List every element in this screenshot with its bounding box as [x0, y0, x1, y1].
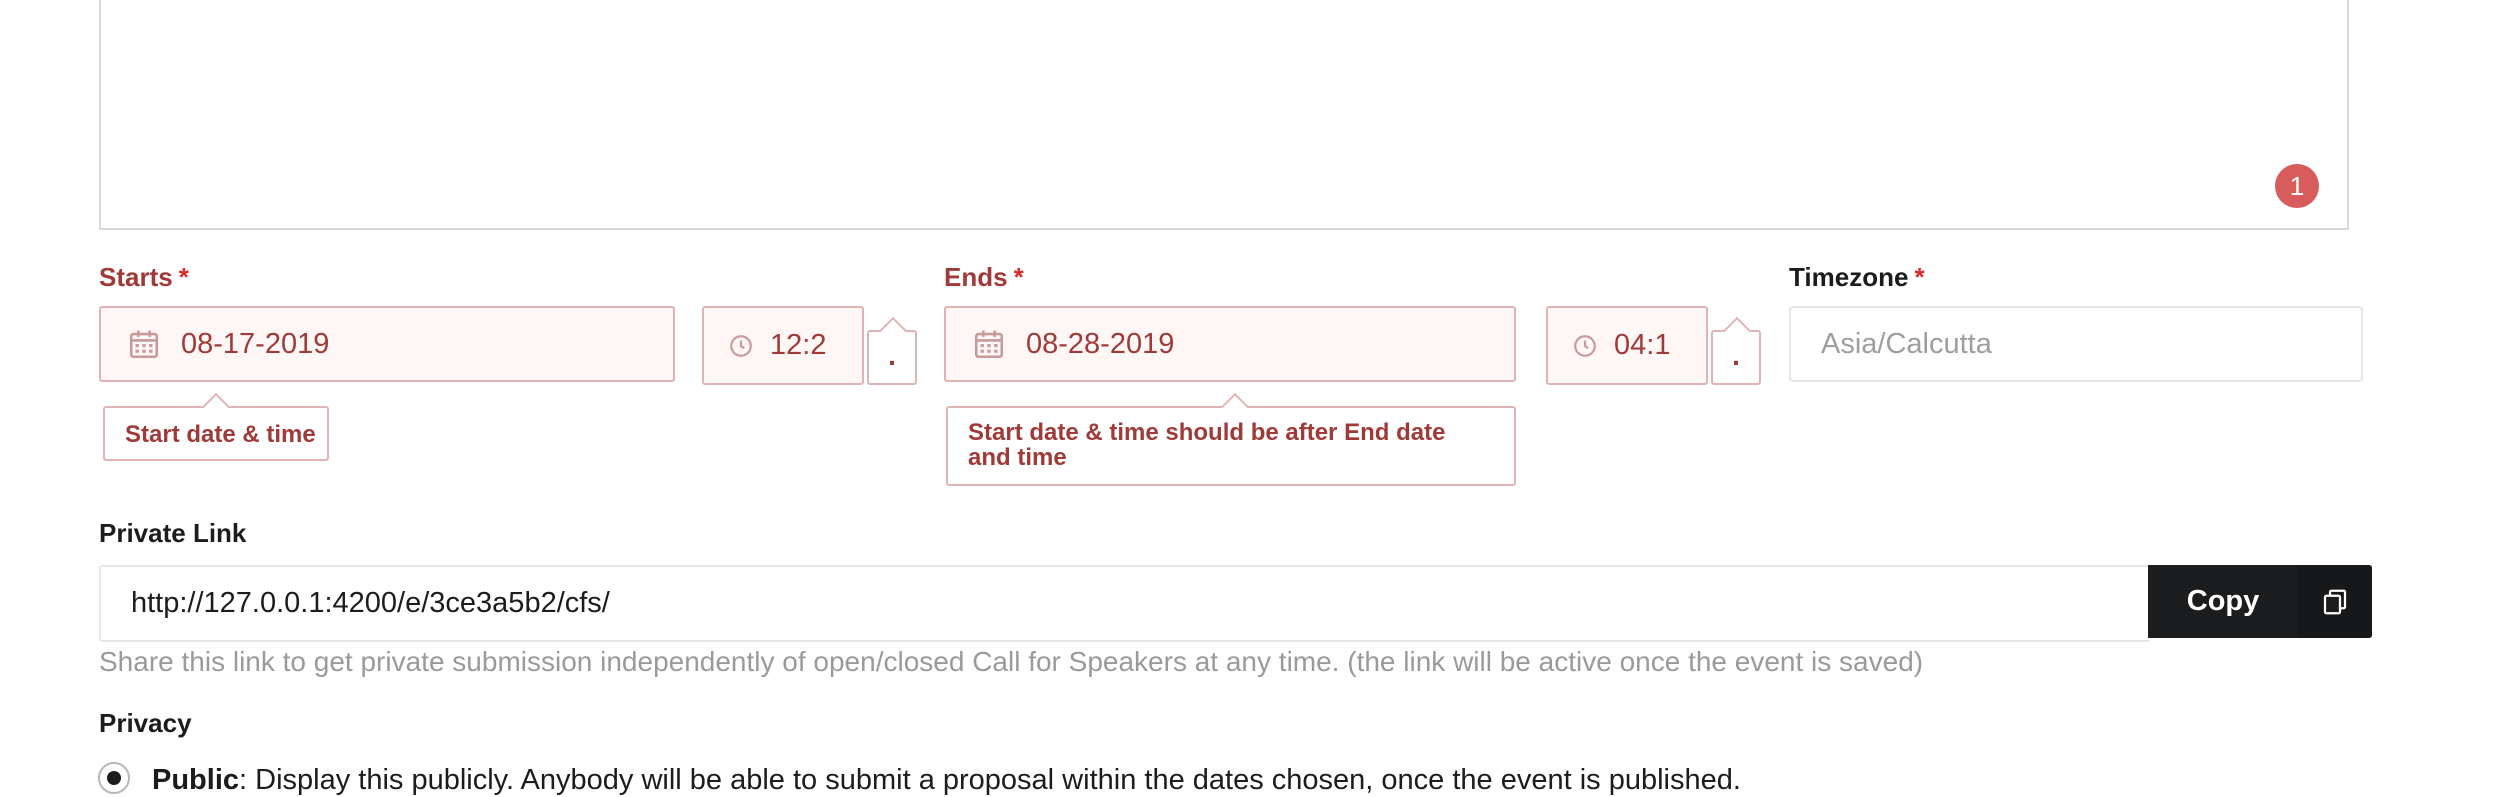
- start-time-value: 12:2: [770, 329, 827, 361]
- required-marker: *: [1914, 262, 1925, 292]
- start-error-prompt: Start date & time: [103, 406, 329, 461]
- end-date-input[interactable]: 08-28-2019: [944, 306, 1516, 382]
- required-marker: *: [1013, 262, 1024, 292]
- clock-icon: [730, 334, 752, 357]
- end-error-prompt: Start date & time should be after End da…: [946, 406, 1516, 486]
- timezone-label-text: Timezone: [1789, 262, 1909, 292]
- start-ampm-select[interactable]: .: [867, 330, 917, 385]
- privacy-separator: :: [239, 764, 256, 796]
- start-ampm-value: .: [888, 340, 896, 371]
- starts-label: Starts *: [99, 262, 189, 293]
- end-ampm-value: .: [1732, 340, 1740, 371]
- privacy-label: Privacy: [99, 708, 192, 738]
- required-marker: *: [178, 262, 189, 292]
- private-link-help: Share this link to get private submissio…: [99, 646, 1924, 677]
- starts-label-text: Starts: [99, 262, 173, 292]
- timezone-value: Asia/Calcutta: [1821, 327, 1992, 360]
- end-error-text: Start date & time should be after End da…: [968, 419, 1446, 471]
- copy-icon-container: [2298, 565, 2372, 638]
- privacy-public-description: Display this publicly. Anybody will be a…: [255, 764, 1741, 796]
- private-link-input[interactable]: http://127.0.0.1:4200/e/3ce3a5b2/cfs/: [99, 565, 2149, 642]
- private-link-label: Private Link: [99, 518, 247, 548]
- start-date-input[interactable]: 08-17-2019: [99, 306, 675, 382]
- calendar-icon: [129, 330, 159, 359]
- ends-label-text: Ends: [944, 262, 1008, 292]
- description-textarea[interactable]: [99, 0, 2349, 230]
- calendar-icon: [974, 330, 1004, 359]
- copy-button[interactable]: Copy: [2148, 565, 2372, 638]
- privacy-public-option[interactable]: Public: Display this publicly. Anybody w…: [152, 764, 1741, 797]
- end-time-value: 04:1: [1614, 329, 1671, 361]
- private-link-value: http://127.0.0.1:4200/e/3ce3a5b2/cfs/: [131, 587, 610, 619]
- privacy-public-title: Public: [152, 764, 240, 796]
- ends-label: Ends *: [944, 262, 1024, 293]
- end-ampm-select[interactable]: .: [1711, 330, 1761, 385]
- copy-button-label: Copy: [2186, 585, 2260, 617]
- end-time-input[interactable]: 04:1: [1546, 306, 1708, 385]
- timezone-select[interactable]: Asia/Calcutta: [1789, 306, 2363, 382]
- copy-icon: [2323, 589, 2347, 614]
- timezone-label: Timezone *: [1789, 262, 1925, 293]
- start-error-text: Start date & time: [125, 421, 316, 448]
- end-date-value: 08-28-2019: [1026, 327, 1175, 360]
- start-time-input[interactable]: 12:2: [702, 306, 864, 385]
- error-count-badge: 1: [2275, 164, 2319, 208]
- privacy-public-radio[interactable]: [98, 762, 130, 794]
- clock-icon: [1574, 334, 1596, 357]
- start-date-value: 08-17-2019: [181, 327, 330, 360]
